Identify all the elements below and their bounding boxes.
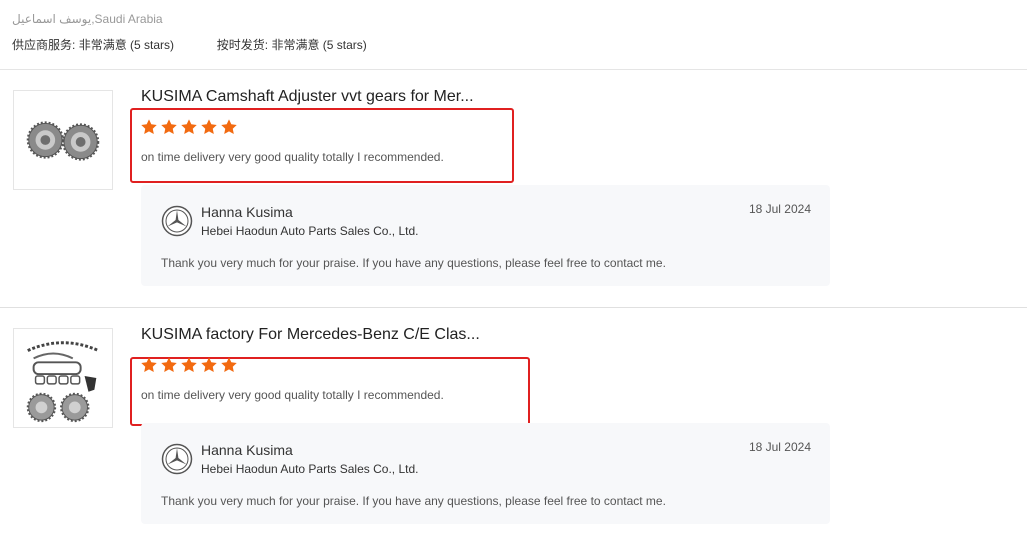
star-icon bbox=[140, 118, 158, 136]
product-title[interactable]: KUSIMA Camshaft Adjuster vvt gears for M… bbox=[141, 88, 474, 106]
review-item: KUSIMA Camshaft Adjuster vvt gears for M… bbox=[0, 70, 1027, 308]
star-icon bbox=[220, 356, 238, 374]
star-icon bbox=[220, 118, 238, 136]
reply-date: 18 Jul 2024 bbox=[748, 440, 811, 454]
product-thumbnail[interactable] bbox=[13, 328, 113, 428]
star-icon bbox=[160, 356, 178, 374]
product-title[interactable]: KUSIMA factory For Mercedes-Benz C/E Cla… bbox=[141, 326, 480, 344]
star-icon bbox=[160, 118, 178, 136]
star-icon bbox=[200, 356, 218, 374]
star-icon bbox=[180, 118, 198, 136]
reviewer-info: يوسف اسماعيل,Saudi Arabia bbox=[12, 12, 163, 26]
ontime-label: 按时发货: bbox=[216, 38, 269, 52]
reviewer-ratings: 供应商服务: 非常满意 (5 stars) 按时发货: 非常满意 (5 star… bbox=[12, 36, 367, 53]
supplier-service-stars: (5 stars) bbox=[130, 38, 175, 52]
camshaft-gears-icon bbox=[26, 121, 100, 161]
supplier-service-label: 供应商服务: bbox=[12, 38, 76, 52]
reply-text: Thank you very much for your praise. If … bbox=[161, 256, 666, 270]
reviewer-name: يوسف اسماعيل bbox=[12, 12, 92, 26]
seller-reply: Hanna Kusima Hebei Haodun Auto Parts Sal… bbox=[141, 185, 830, 286]
rating-stars bbox=[140, 356, 238, 374]
star-icon bbox=[140, 356, 158, 374]
supplier-service-value: 非常满意 bbox=[78, 38, 127, 52]
timing-chain-kit-icon bbox=[26, 341, 99, 423]
seller-name: Hanna Kusima bbox=[201, 442, 293, 458]
review-comment: on time delivery very good quality total… bbox=[141, 150, 444, 164]
reviewer-card: يوسف اسماعيل,Saudi Arabia 供应商服务: 非常满意 (5… bbox=[0, 0, 1027, 70]
review-comment: on time delivery very good quality total… bbox=[141, 388, 444, 402]
reply-date: 18 Jul 2024 bbox=[748, 202, 811, 216]
seller-company[interactable]: Hebei Haodun Auto Parts Sales Co., Ltd. bbox=[201, 462, 418, 476]
ontime-value: 非常满意 bbox=[271, 38, 320, 52]
star-icon bbox=[200, 118, 218, 136]
mercedes-logo-icon bbox=[161, 205, 193, 237]
seller-company[interactable]: Hebei Haodun Auto Parts Sales Co., Ltd. bbox=[201, 224, 418, 238]
mercedes-logo-icon bbox=[161, 443, 193, 475]
rating-stars bbox=[140, 118, 238, 136]
review-item: KUSIMA factory For Mercedes-Benz C/E Cla… bbox=[0, 308, 1027, 545]
ontime-stars: (5 stars) bbox=[322, 38, 367, 52]
seller-reply: Hanna Kusima Hebei Haodun Auto Parts Sal… bbox=[141, 423, 830, 524]
seller-name: Hanna Kusima bbox=[201, 204, 293, 220]
product-thumbnail[interactable] bbox=[13, 90, 113, 190]
star-icon bbox=[180, 356, 198, 374]
reply-text: Thank you very much for your praise. If … bbox=[161, 494, 666, 508]
reviewer-country: Saudi Arabia bbox=[94, 12, 163, 26]
